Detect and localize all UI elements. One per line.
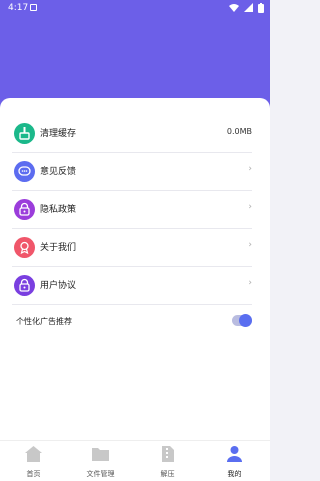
cache-size: 0.0MB (226, 127, 252, 136)
tab-mine[interactable]: 我的 (201, 441, 268, 481)
tab-unzip[interactable]: 解压 (134, 441, 201, 481)
menu-label: 隐私政策 (40, 205, 77, 215)
signal-icon (244, 3, 254, 12)
notification-icon (30, 4, 37, 11)
status-icons (227, 3, 264, 13)
home-icon (25, 446, 42, 462)
menu-item-privacy-policy[interactable]: 隐私政策 › (12, 190, 252, 229)
tab-home[interactable]: 首页 (0, 441, 67, 481)
zip-icon (162, 446, 174, 462)
menu-item-clear-cache[interactable]: 清理缓存 0.0MB (12, 114, 252, 153)
menu-label: 关于我们 (40, 243, 77, 253)
chevron-right-icon: › (248, 240, 252, 250)
settings-card: 清理缓存 0.0MB 意见反馈 › 隐私政策 › 关于我们 › 用户协议 › 个… (0, 98, 270, 440)
menu-label: 意见反馈 (40, 167, 77, 177)
toggle-knob (239, 314, 252, 327)
profile-icon (227, 446, 242, 462)
folder-icon (92, 448, 109, 461)
menu-label: 清理缓存 (40, 129, 77, 139)
tab-label: 文件管理 (86, 470, 115, 478)
chevron-right-icon: › (248, 202, 252, 212)
status-bar: 4:17 (0, 0, 270, 16)
personalized-ads-toggle[interactable] (232, 314, 252, 327)
tab-label: 首页 (26, 470, 41, 478)
tab-file-manager[interactable]: 文件管理 (67, 441, 134, 481)
menu-label: 用户协议 (40, 281, 77, 291)
personalized-ads-row: 个性化广告推荐 (12, 310, 252, 332)
feedback-icon (14, 161, 35, 182)
menu-item-user-agreement[interactable]: 用户协议 › (12, 266, 252, 305)
menu-item-about-us[interactable]: 关于我们 › (12, 228, 252, 267)
bottom-tab-bar: 首页 文件管理 解压 我的 (0, 440, 270, 481)
status-time: 4:17 (8, 3, 29, 13)
chevron-right-icon: › (248, 278, 252, 288)
about-ribbon-icon (14, 237, 35, 258)
chevron-right-icon: › (248, 164, 252, 174)
privacy-lock-icon (14, 199, 35, 220)
agreement-lock-icon (14, 275, 35, 296)
personalized-ads-label: 个性化广告推荐 (16, 317, 72, 326)
battery-icon (258, 3, 264, 13)
menu-item-feedback[interactable]: 意见反馈 › (12, 152, 252, 191)
wifi-icon (229, 4, 240, 12)
tab-label: 解压 (160, 470, 175, 478)
tab-label: 我的 (227, 470, 242, 478)
cleaner-icon (14, 123, 35, 144)
